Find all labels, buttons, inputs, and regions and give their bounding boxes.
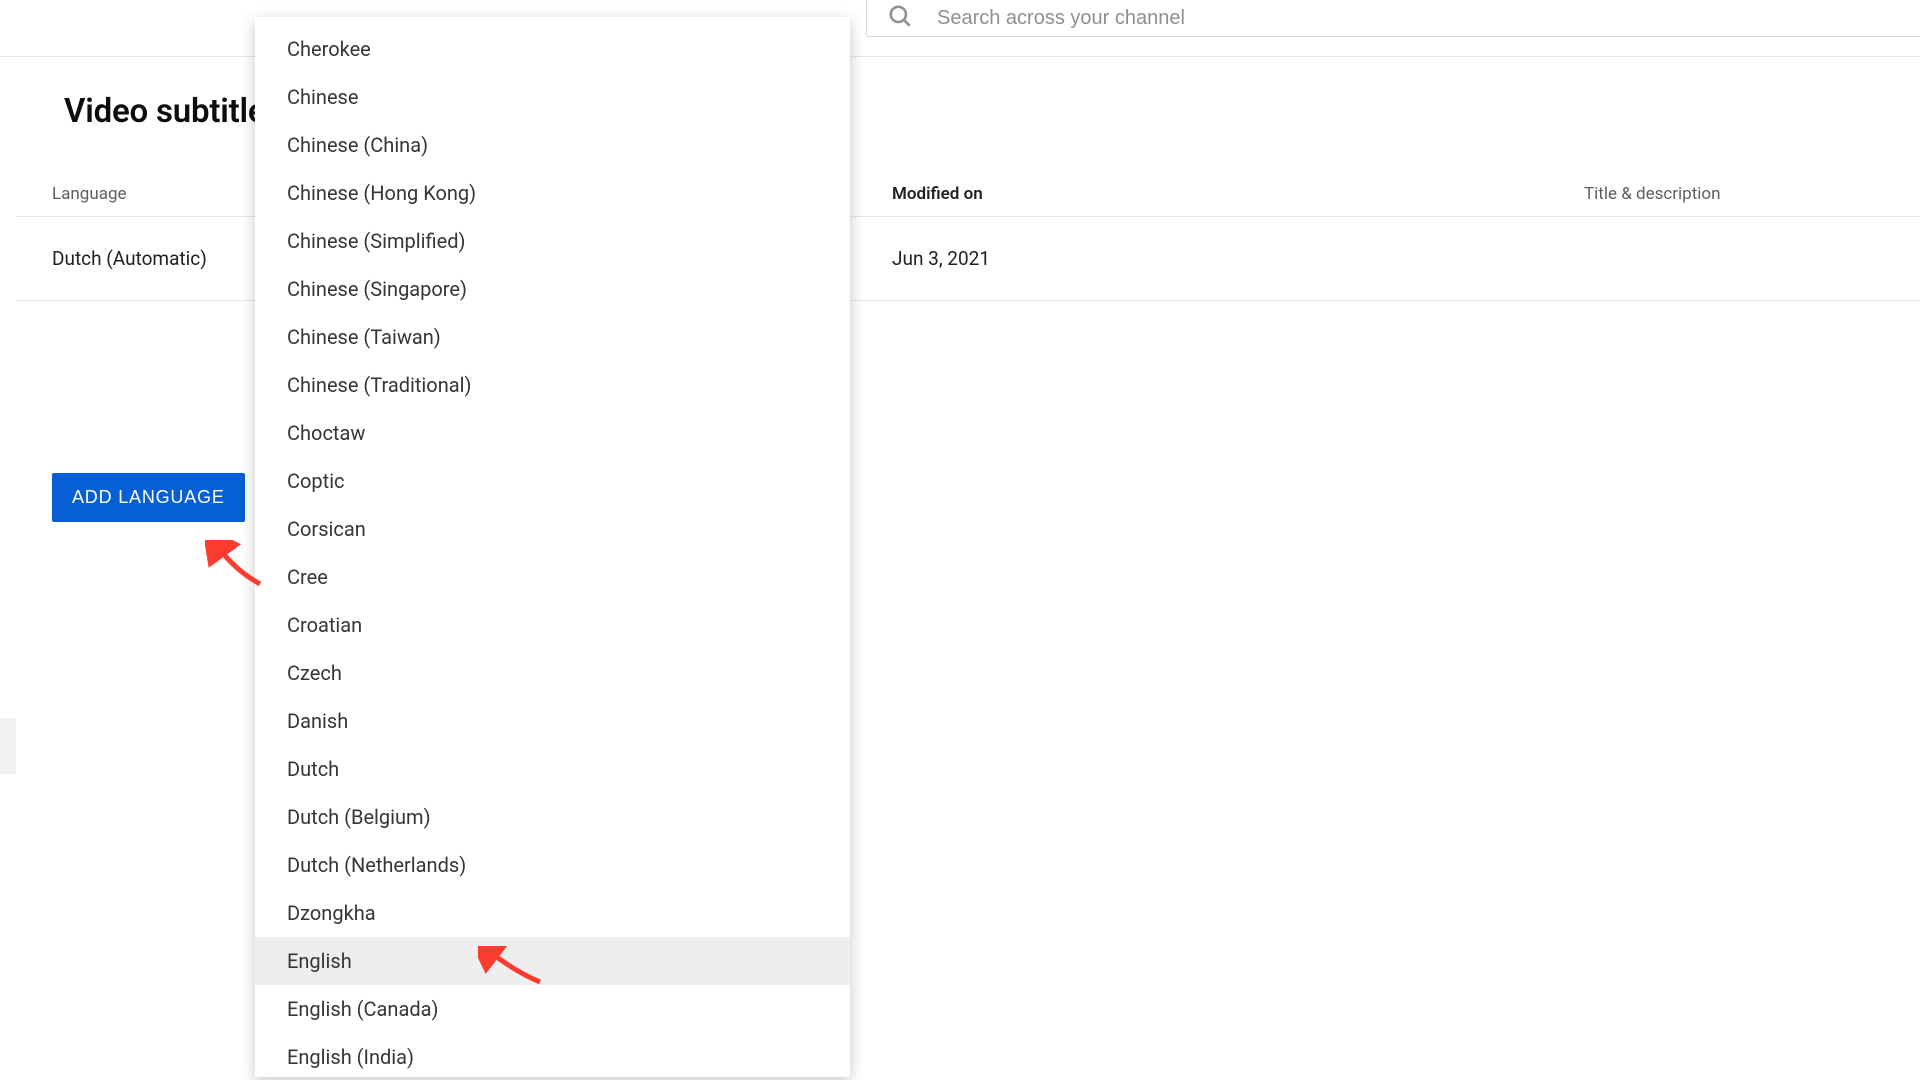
search-icon [887,3,913,33]
search-container [866,0,1920,37]
language-dropdown: CherokeeChineseChinese (China)Chinese (H… [255,17,850,1077]
language-option[interactable]: Chinese (Taiwan) [255,313,850,361]
language-option[interactable]: Chinese (China) [255,121,850,169]
language-option[interactable]: Chinese (Singapore) [255,265,850,313]
column-header-modified[interactable]: Modified on [892,184,1584,204]
language-option[interactable]: Chinese (Traditional) [255,361,850,409]
language-option[interactable]: Chinese (Hong Kong) [255,169,850,217]
language-option[interactable]: Croatian [255,601,850,649]
cell-modified: Jun 3, 2021 [892,247,1584,270]
language-option[interactable]: Czech [255,649,850,697]
language-option[interactable]: Coptic [255,457,850,505]
language-option[interactable]: English [255,937,850,985]
search-input[interactable] [937,7,1920,30]
column-header-title-desc[interactable]: Title & description [1584,184,1884,204]
language-option[interactable]: Cree [255,553,850,601]
language-option[interactable]: Dutch (Netherlands) [255,841,850,889]
language-option[interactable]: Chinese (Simplified) [255,217,850,265]
language-option[interactable]: Corsican [255,505,850,553]
language-option[interactable]: Cherokee [255,25,850,73]
language-option[interactable]: English (Canada) [255,985,850,1033]
language-option[interactable]: Dzongkha [255,889,850,937]
language-option[interactable]: Chinese [255,73,850,121]
language-option[interactable]: Dutch (Belgium) [255,793,850,841]
language-option[interactable]: Danish [255,697,850,745]
language-option[interactable]: Choctaw [255,409,850,457]
left-strip [0,718,16,774]
language-option[interactable]: Dutch [255,745,850,793]
add-language-button[interactable]: ADD LANGUAGE [52,473,245,522]
language-option[interactable]: English (India) [255,1033,850,1077]
